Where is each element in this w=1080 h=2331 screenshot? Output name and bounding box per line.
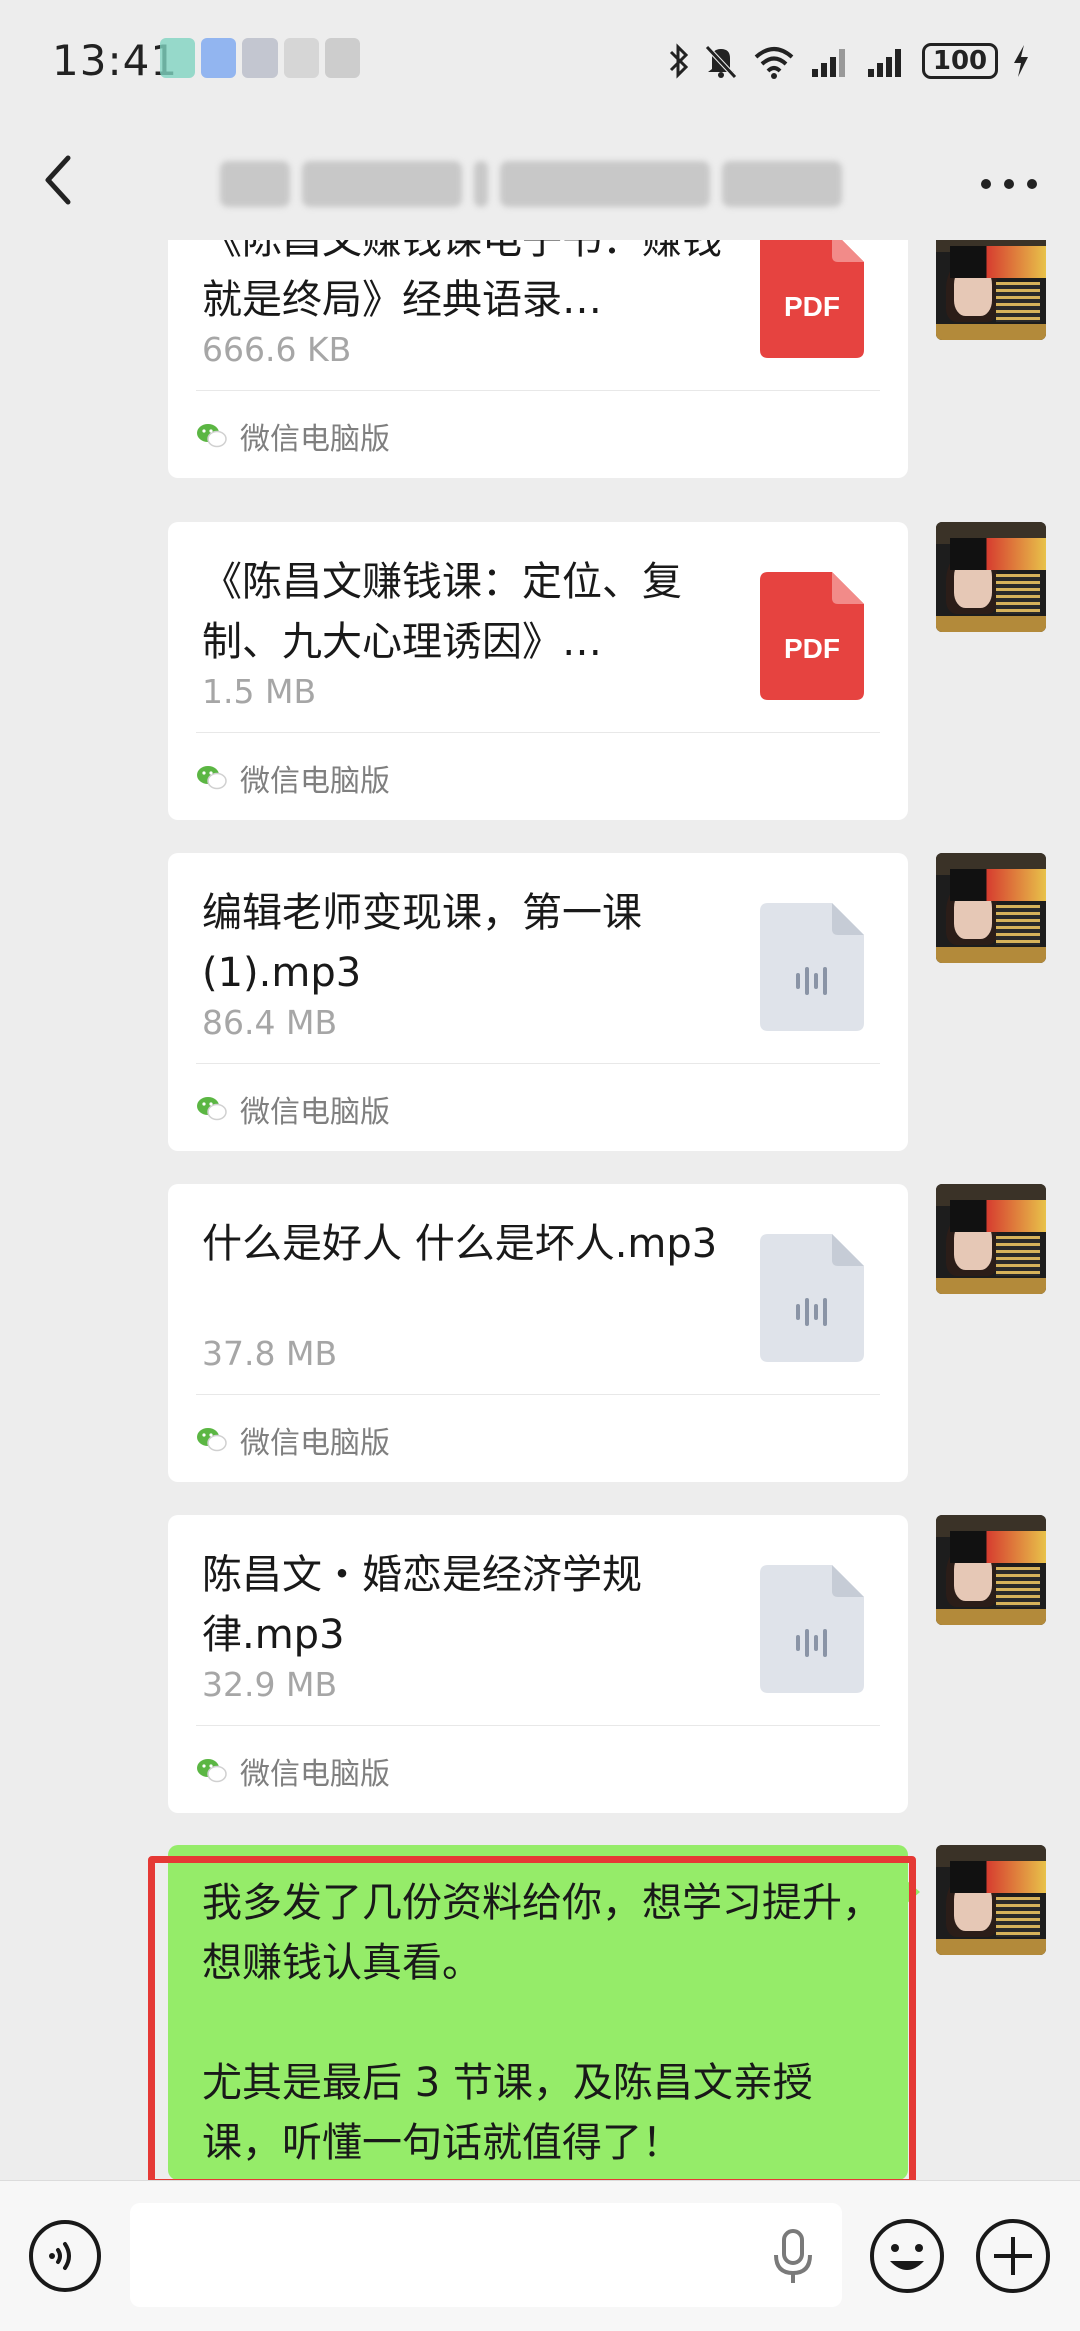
status-notification-icons-blurred xyxy=(160,38,361,80)
file-name: 编辑老师变现课，第一课(1).mp3 xyxy=(202,890,642,996)
signal-icon xyxy=(812,49,845,77)
audio-file-icon xyxy=(760,903,864,1031)
file-message[interactable]: 《陈昌文赚钱课电子书：赚钱就是终局》经典语录… 666.6 KB PDF 微信电… xyxy=(168,240,908,478)
file-source-label: 微信电脑版 xyxy=(240,422,390,457)
status-icons: 100 xyxy=(668,40,1030,82)
wechat-icon xyxy=(197,1759,227,1783)
file-source: 微信电脑版 xyxy=(196,416,390,457)
file-source: 微信电脑版 xyxy=(196,1751,390,1792)
battery-indicator: 100 xyxy=(922,43,998,79)
wechat-icon xyxy=(197,766,227,790)
file-message[interactable]: 编辑老师变现课，第一课(1).mp3 86.4 MB 微信电脑版 xyxy=(168,853,908,1151)
file-size: 1.5 MB xyxy=(202,672,317,711)
svg-text:PDF: PDF xyxy=(784,291,840,322)
chat-title-bar xyxy=(0,120,1080,240)
avatar[interactable] xyxy=(936,1184,1046,1294)
file-source-label: 微信电脑版 xyxy=(240,1757,390,1792)
input-bar xyxy=(0,2180,1080,2331)
audio-file-icon xyxy=(760,1565,864,1693)
avatar[interactable] xyxy=(936,1515,1046,1625)
divider xyxy=(196,732,880,733)
file-message[interactable]: 陈昌文・婚恋是经济学规律.mp3 32.9 MB 微信电脑版 xyxy=(168,1515,908,1813)
file-source-label: 微信电脑版 xyxy=(240,1095,390,1130)
svg-text:PDF: PDF xyxy=(784,633,840,664)
file-message[interactable]: 《陈昌文赚钱课：定位、复制、九大心理诱因》… 1.5 MB PDF 微信电脑版 xyxy=(168,522,908,820)
wifi-icon xyxy=(754,47,794,79)
wechat-icon xyxy=(197,1097,227,1121)
avatar[interactable] xyxy=(936,853,1046,963)
file-source-label: 微信电脑版 xyxy=(240,1426,390,1461)
pdf-icon: PDF xyxy=(760,240,864,358)
chat-title-blurred xyxy=(220,154,850,214)
divider xyxy=(196,1063,880,1064)
voice-icon[interactable] xyxy=(28,2219,102,2293)
audio-file-icon xyxy=(760,1234,864,1362)
file-source: 微信电脑版 xyxy=(196,758,390,799)
more-options-button[interactable] xyxy=(974,164,1044,204)
status-bar: 13:41 100 xyxy=(0,0,1080,120)
file-size: 32.9 MB xyxy=(202,1665,338,1704)
file-name: 《陈昌文赚钱课：定位、复制、九大心理诱因》… xyxy=(202,559,682,665)
red-highlight-box xyxy=(148,1856,916,2180)
signal-icon xyxy=(868,49,901,77)
file-name: 陈昌文・婚恋是经济学规律.mp3 xyxy=(202,1552,642,1658)
message-input[interactable] xyxy=(130,2203,842,2307)
file-source: 微信电脑版 xyxy=(196,1089,390,1130)
file-name: 什么是好人 什么是坏人.mp3 xyxy=(202,1221,718,1267)
divider xyxy=(196,1394,880,1395)
wechat-icon xyxy=(197,1428,227,1452)
bluetooth-icon xyxy=(669,43,689,79)
avatar[interactable] xyxy=(936,1845,1046,1955)
back-button[interactable] xyxy=(38,150,78,210)
file-source: 微信电脑版 xyxy=(196,1420,390,1461)
charging-icon xyxy=(1014,45,1028,77)
plus-icon[interactable] xyxy=(974,2217,1052,2295)
mic-icon[interactable] xyxy=(770,2227,816,2287)
file-name: 《陈昌文赚钱课电子书：赚钱就是终局》经典语录… xyxy=(202,240,722,323)
avatar[interactable] xyxy=(936,522,1046,632)
divider xyxy=(196,1725,880,1726)
file-source-label: 微信电脑版 xyxy=(240,764,390,799)
file-size: 666.6 KB xyxy=(202,330,352,369)
chat-message-list[interactable]: 《陈昌文赚钱课电子书：赚钱就是终局》经典语录… 666.6 KB PDF 微信电… xyxy=(0,240,1080,2180)
divider xyxy=(196,390,880,391)
file-size: 86.4 MB xyxy=(202,1003,338,1042)
avatar[interactable] xyxy=(936,240,1046,340)
file-message[interactable]: 什么是好人 什么是坏人.mp3 37.8 MB 微信电脑版 xyxy=(168,1184,908,1482)
emoji-icon[interactable] xyxy=(868,2217,946,2295)
pdf-icon: PDF xyxy=(760,572,864,700)
wechat-icon xyxy=(197,424,227,448)
mute-icon xyxy=(705,45,737,79)
file-size: 37.8 MB xyxy=(202,1334,338,1373)
